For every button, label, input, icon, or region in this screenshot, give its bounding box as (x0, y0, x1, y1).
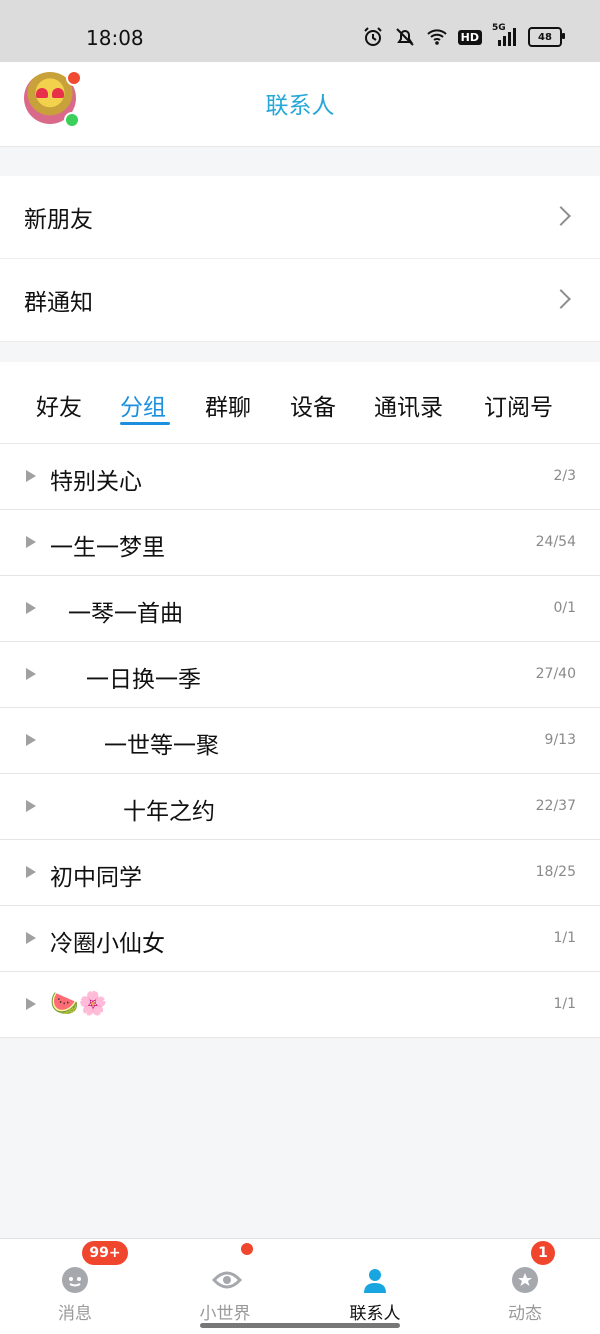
group-name: 一生一梦里 (50, 535, 165, 561)
group-row[interactable]: 一生一梦里 24/54 (0, 510, 600, 576)
bottom-nav: 消息 99+ 小世界 联系人 动态 1 (0, 1238, 600, 1334)
tab-address-book[interactable]: 通讯录 (374, 388, 443, 422)
signal-icon: 5G (492, 23, 518, 48)
mute-icon (395, 28, 414, 46)
network-label: 5G (492, 23, 506, 33)
star-icon (512, 1267, 538, 1293)
group-name: 初中同学 (50, 865, 142, 891)
group-name: 一世等一聚 (104, 733, 219, 759)
new-friends-label: 新朋友 (24, 207, 93, 233)
group-row[interactable]: 一日换一季 27/40 (0, 642, 600, 708)
notification-dot (66, 70, 82, 86)
group-row[interactable]: 十年之约 22/37 (0, 774, 600, 840)
active-tab-indicator (120, 422, 170, 425)
nav-small-world[interactable]: 小世界 (180, 1267, 270, 1324)
alarm-icon (363, 27, 382, 46)
status-time: 18:08 (86, 26, 144, 50)
chevron-right-icon (551, 206, 571, 226)
expand-triangle-icon (26, 998, 36, 1010)
group-row[interactable]: 🍉🌸 1/1 (0, 972, 600, 1038)
group-list: 特别关心 2/3 一生一梦里 24/54 一琴一首曲 0/1 一日换一季 27/… (0, 444, 600, 1038)
expand-triangle-icon (26, 734, 36, 746)
eye-icon (212, 1267, 242, 1293)
nav-contacts[interactable]: 联系人 (330, 1267, 420, 1324)
group-name: 🍉🌸 (50, 991, 108, 1017)
moments-badge: 1 (531, 1241, 555, 1265)
expand-triangle-icon (26, 536, 36, 548)
group-count: 1/1 (553, 996, 576, 1012)
group-count: 1/1 (553, 930, 576, 946)
group-name: 十年之约 (123, 799, 215, 825)
group-count: 0/1 (553, 600, 576, 616)
messages-badge: 99+ (82, 1241, 128, 1265)
group-count: 27/40 (535, 666, 576, 682)
expand-triangle-icon (26, 470, 36, 482)
expand-triangle-icon (26, 932, 36, 944)
hd-icon: HD (457, 29, 482, 45)
small-world-dot (241, 1243, 253, 1255)
group-row[interactable]: 一世等一聚 9/13 (0, 708, 600, 774)
wifi-icon (426, 29, 447, 45)
group-name: 一琴一首曲 (68, 601, 183, 627)
battery-level: 48 (538, 31, 552, 43)
contact-tabs: 好友 分组 群聊 设备 通讯录 订阅号 (0, 362, 600, 444)
chat-bubble-icon (62, 1267, 88, 1293)
home-indicator[interactable] (200, 1323, 400, 1328)
group-name: 一日换一季 (86, 667, 201, 693)
group-row[interactable]: 特别关心 2/3 (0, 444, 600, 510)
nav-moments[interactable]: 动态 (480, 1267, 570, 1324)
new-friends-row[interactable]: 新朋友 (0, 176, 600, 259)
battery-icon: 48 (528, 27, 565, 47)
nav-contacts-label: 联系人 (349, 1304, 401, 1324)
person-icon (362, 1267, 388, 1293)
tab-groups[interactable]: 分组 (120, 388, 166, 422)
nav-messages[interactable]: 消息 (30, 1267, 120, 1324)
tab-subscriptions[interactable]: 订阅号 (484, 388, 553, 422)
nav-moments-label: 动态 (508, 1304, 542, 1324)
nav-messages-label: 消息 (58, 1304, 92, 1324)
expand-triangle-icon (26, 602, 36, 614)
page-title: 联系人 (265, 93, 335, 119)
group-count: 9/13 (544, 732, 576, 748)
status-icons: HD 5G 48 (362, 23, 565, 48)
group-count: 2/3 (553, 468, 576, 484)
tab-friends[interactable]: 好友 (36, 388, 82, 422)
quick-links: 新朋友 群通知 (0, 176, 600, 342)
group-row[interactable]: 冷圈小仙女 1/1 (0, 906, 600, 972)
group-notifications-label: 群通知 (24, 290, 93, 316)
group-name: 特别关心 (50, 469, 142, 495)
expand-triangle-icon (26, 800, 36, 812)
group-count: 22/37 (535, 798, 576, 814)
nav-small-world-label: 小世界 (199, 1304, 251, 1324)
group-notifications-row[interactable]: 群通知 (0, 259, 600, 342)
group-count: 18/25 (535, 864, 576, 880)
app-header: 联系人 (0, 62, 600, 147)
group-count: 24/54 (535, 534, 576, 550)
group-name: 冷圈小仙女 (50, 931, 165, 957)
tab-group-chats[interactable]: 群聊 (205, 388, 251, 422)
expand-triangle-icon (26, 866, 36, 878)
group-row[interactable]: 初中同学 18/25 (0, 840, 600, 906)
tab-devices[interactable]: 设备 (290, 388, 336, 422)
status-bar: 18:08 HD 5G 48 (0, 0, 600, 62)
group-row[interactable]: 一琴一首曲 0/1 (0, 576, 600, 642)
expand-triangle-icon (26, 668, 36, 680)
chevron-right-icon (551, 289, 571, 309)
